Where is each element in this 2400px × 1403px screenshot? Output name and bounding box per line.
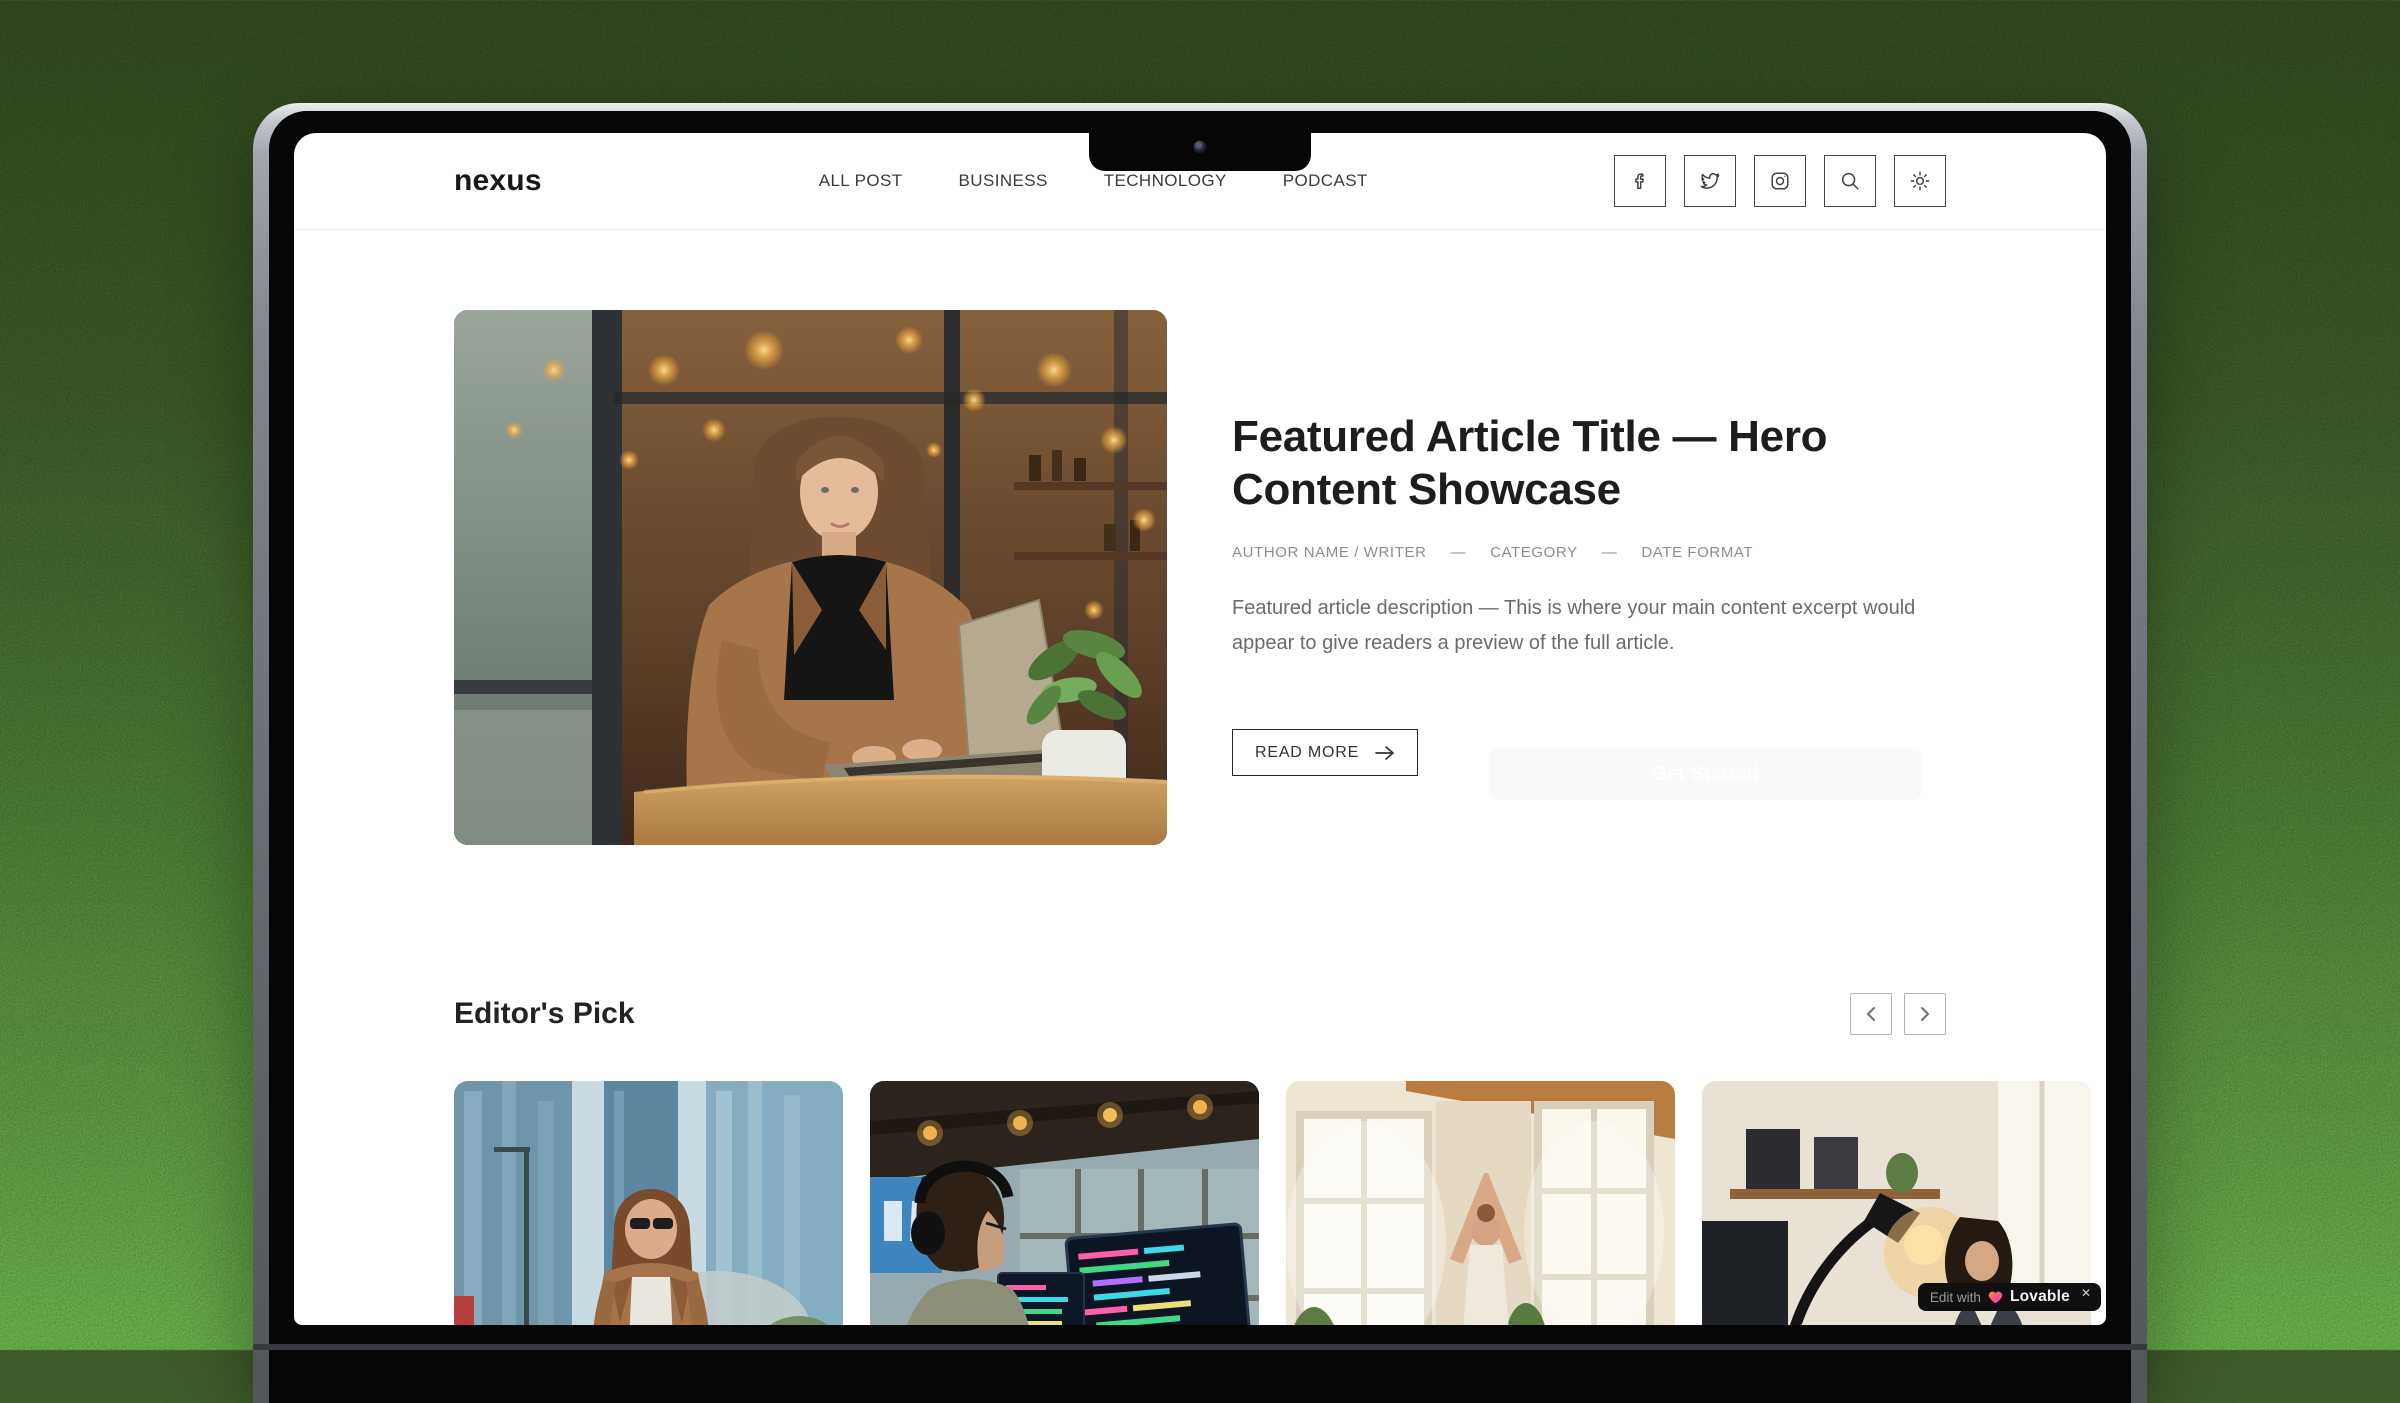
- editors-pick-card-developer[interactable]: [870, 1081, 1259, 1325]
- webcam-icon: [1194, 141, 1207, 154]
- lovable-heart-icon: [1988, 1290, 2003, 1304]
- header-icon-row: [1614, 155, 1946, 207]
- search-icon: [1839, 170, 1861, 192]
- nav-item-all-post[interactable]: ALL POST: [819, 171, 903, 191]
- meta-separator: —: [1451, 544, 1467, 561]
- chevron-left-icon: [1864, 1006, 1878, 1022]
- laptop-notch: [1089, 111, 1311, 171]
- editors-pick-title: Editor's Pick: [454, 997, 635, 1031]
- read-more-button[interactable]: READ MORE: [1232, 729, 1418, 776]
- ghost-get-started-banner: Get Started: [1489, 748, 1922, 800]
- street-fashion-illustration: [454, 1081, 843, 1325]
- carousel-next-button[interactable]: [1904, 993, 1946, 1035]
- instagram-icon: [1769, 170, 1791, 192]
- editors-pick-carousel: [294, 1081, 2106, 1325]
- read-more-label: READ MORE: [1255, 744, 1359, 762]
- laptop-bezel: nexus ALL POST BUSINESS TECHNOLOGY PODCA…: [269, 111, 2131, 1403]
- lovable-badge-close-icon[interactable]: ✕: [2081, 1286, 2091, 1300]
- facebook-icon: [1629, 170, 1651, 192]
- nav-item-technology[interactable]: TECHNOLOGY: [1104, 171, 1227, 191]
- editors-pick-card-yoga[interactable]: [1286, 1081, 1675, 1325]
- meta-author[interactable]: AUTHOR NAME / WRITER: [1232, 544, 1427, 561]
- twitter-icon: [1699, 170, 1721, 192]
- twitter-button[interactable]: [1684, 155, 1736, 207]
- chevron-right-icon: [1918, 1006, 1932, 1022]
- search-button[interactable]: [1824, 155, 1876, 207]
- nav-item-podcast[interactable]: PODCAST: [1283, 171, 1368, 191]
- editors-pick-card-street-fashion[interactable]: [454, 1081, 843, 1325]
- developer-workstation-illustration: [870, 1081, 1259, 1325]
- cafe-portrait-illustration: [454, 310, 1167, 845]
- editors-pick-header: Editor's Pick: [294, 993, 2106, 1035]
- facebook-button[interactable]: [1614, 155, 1666, 207]
- laptop-frame: nexus ALL POST BUSINESS TECHNOLOGY PODCA…: [253, 103, 2147, 1403]
- carousel-controls: [1850, 993, 1946, 1035]
- laptop-base-edge: [253, 1344, 2147, 1350]
- home-yoga-illustration: [1286, 1081, 1675, 1325]
- main-nav: ALL POST BUSINESS TECHNOLOGY PODCAST: [819, 171, 1368, 191]
- lovable-badge-prefix: Edit with: [1930, 1290, 1981, 1305]
- instagram-button[interactable]: [1754, 155, 1806, 207]
- lovable-badge[interactable]: Edit with Lovable ✕: [1918, 1283, 2101, 1311]
- sun-icon: [1909, 170, 1931, 192]
- site-logo[interactable]: nexus: [454, 164, 542, 198]
- browser-screen: nexus ALL POST BUSINESS TECHNOLOGY PODCA…: [294, 133, 2106, 1325]
- meta-category[interactable]: CATEGORY: [1490, 544, 1578, 561]
- featured-article-title: Featured Article Title — Hero Content Sh…: [1232, 410, 1944, 516]
- meta-separator: —: [1602, 544, 1618, 561]
- nav-item-business[interactable]: BUSINESS: [959, 171, 1048, 191]
- lovable-badge-brand: Lovable: [2010, 1288, 2070, 1306]
- theme-toggle-button[interactable]: [1894, 155, 1946, 207]
- meta-date: DATE FORMAT: [1641, 544, 1753, 561]
- featured-article-section: Featured Article Title — Hero Content Sh…: [294, 310, 2106, 845]
- editors-pick-section: Editor's Pick: [294, 993, 2106, 1325]
- featured-article-image[interactable]: [454, 310, 1167, 845]
- featured-article-meta: AUTHOR NAME / WRITER — CATEGORY — DATE F…: [1232, 544, 1944, 561]
- arrow-right-icon: [1375, 746, 1395, 760]
- featured-article-description: Featured article description — This is w…: [1232, 591, 1944, 661]
- carousel-prev-button[interactable]: [1850, 993, 1892, 1035]
